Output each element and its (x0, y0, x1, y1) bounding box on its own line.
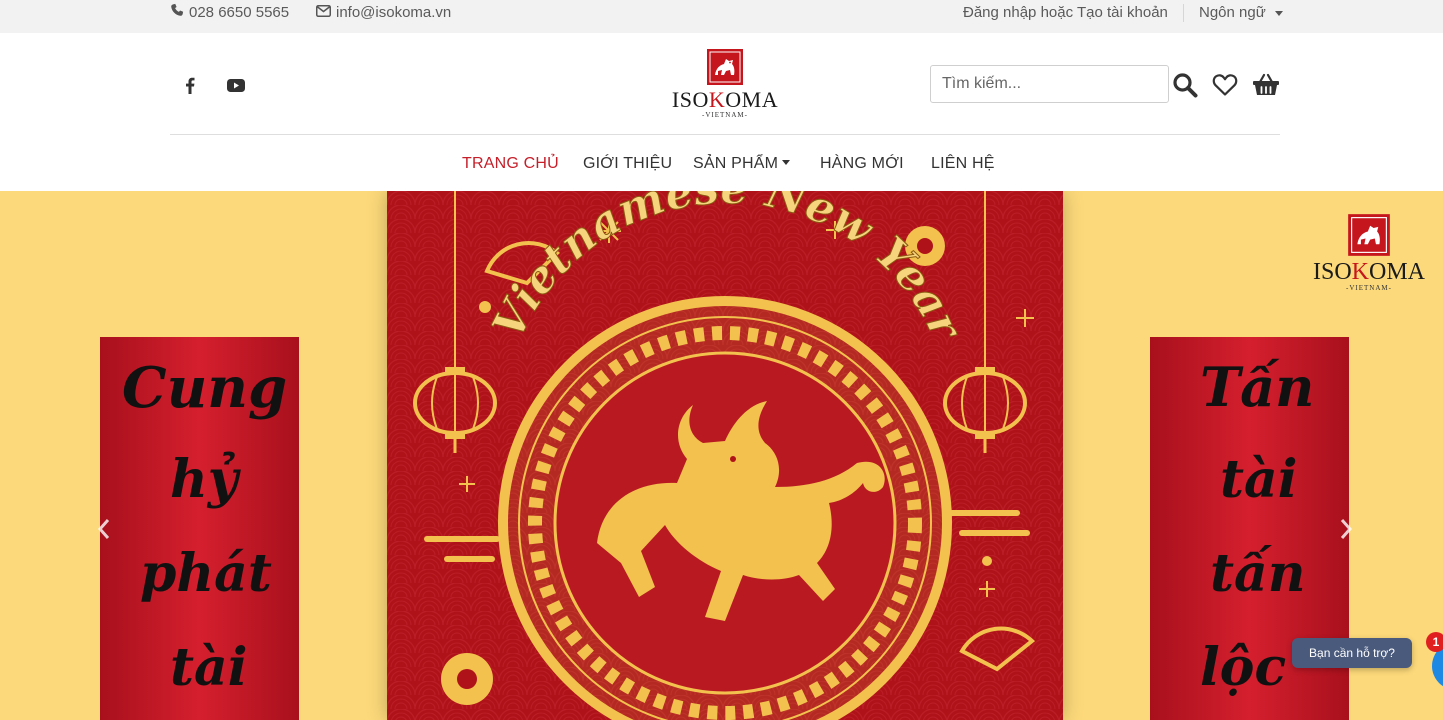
logo-text-part: ISO (1312, 259, 1352, 285)
calligraphy-word: tài (170, 637, 248, 698)
carousel-prev-icon[interactable] (92, 514, 116, 544)
site-header: ISOKOMA -VIETNAM- (0, 33, 1443, 135)
calligraphy-word: Cung (122, 355, 288, 421)
facebook-icon[interactable] (180, 75, 200, 95)
envelope-icon (316, 0, 331, 26)
logo-text-accent: K (1351, 259, 1369, 285)
site-logo[interactable]: ISOKOMA -VIETNAM- (666, 48, 784, 126)
poster-artwork: Vietnamese New Year (387, 191, 1063, 720)
phone-contact[interactable]: 028 6650 5565 (170, 0, 289, 26)
logo-text-part: OMA (725, 87, 779, 112)
nav-item-products-label: SẢN PHẨM (693, 155, 779, 172)
logo-text-accent: K (708, 87, 726, 112)
nav-item-contact[interactable]: LIÊN HỆ (931, 154, 995, 174)
calligraphy-word: hỷ (170, 449, 239, 510)
phone-number: 028 6650 5565 (189, 4, 290, 21)
email-contact[interactable]: info@isokoma.vn (316, 0, 451, 26)
banner-logo-subtitle: -VIETNAM- (1346, 284, 1392, 292)
main-nav: TRANG CHỦ GIỚI THIỆU SẢN PHẨM HÀNG MỚI L… (0, 135, 1443, 191)
nav-item-home[interactable]: TRANG CHỦ (462, 154, 559, 174)
logo-seal-icon (706, 48, 744, 86)
carousel-next-icon[interactable] (1334, 514, 1358, 544)
calligraphy-word: lộc (1200, 637, 1287, 698)
search-icon[interactable] (1171, 71, 1199, 99)
language-dropdown[interactable]: Ngôn ngữ (1199, 0, 1283, 26)
nav-item-new-arrivals[interactable]: HÀNG MỚI (820, 154, 904, 174)
top-bar: 028 6650 5565 info@isokoma.vn Đăng nhập … (0, 0, 1443, 33)
logo-subtitle: -VIETNAM- (702, 111, 748, 119)
calligraphy-word: Tấn (1200, 355, 1315, 419)
login-label: Đăng nhập hoặc Tạo tài khoản (963, 4, 1168, 21)
nav-item-products[interactable]: SẢN PHẨM (693, 154, 791, 174)
banner-logo: ISOKOMA -VIETNAM- (1303, 213, 1435, 292)
logo-text-part: ISO (671, 87, 709, 112)
email-address: info@isokoma.vn (336, 4, 452, 21)
phone-icon (170, 0, 184, 26)
heart-icon[interactable] (1211, 71, 1239, 99)
new-year-poster: Vietnamese New Year (387, 191, 1063, 720)
basket-icon[interactable] (1252, 71, 1280, 99)
search-input[interactable] (930, 65, 1169, 103)
calligraphy-word: tài (1220, 449, 1298, 510)
language-label: Ngôn ngữ (1199, 4, 1266, 21)
calligraphy-word: phát (140, 543, 272, 604)
calligraphy-scroll-left: Cung hỷ phát tài (100, 337, 299, 720)
caret-down-icon (782, 160, 791, 165)
hero-carousel[interactable]: Cung hỷ phát tài Tấn tài tấn lộc Vietnam… (0, 191, 1443, 720)
youtube-icon[interactable] (226, 75, 246, 95)
logo-wordmark: ISOKOMA (666, 89, 784, 111)
banner-logo-wordmark: ISOKOMA (1303, 260, 1435, 284)
support-tooltip[interactable]: Bạn cần hỗ trợ? (1292, 638, 1412, 668)
logo-text-part: OMA (1369, 259, 1426, 285)
notification-badge: 1 (1426, 632, 1443, 652)
logo-seal-icon (1347, 213, 1391, 257)
caret-down-icon (1274, 10, 1283, 16)
topbar-divider (1183, 4, 1184, 22)
login-register-link[interactable]: Đăng nhập hoặc Tạo tài khoản (963, 0, 1168, 26)
calligraphy-word: tấn (1210, 543, 1306, 604)
nav-item-about[interactable]: GIỚI THIỆU (583, 154, 672, 174)
